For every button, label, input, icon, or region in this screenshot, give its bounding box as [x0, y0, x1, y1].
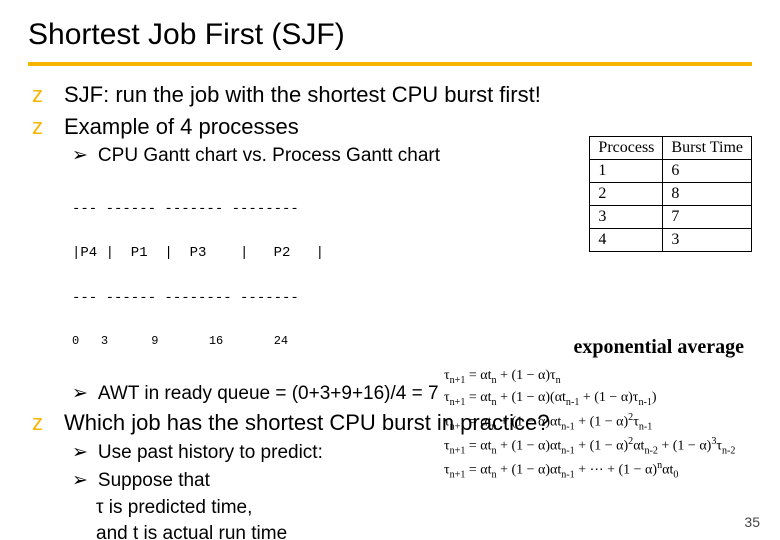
arrow-icon: ➢ [72, 440, 88, 466]
suppose-line1: τ is predicted time, [96, 495, 752, 521]
cell-burst: 6 [663, 160, 752, 183]
bullet-icon: z [32, 112, 52, 142]
tick-1: 3 [101, 334, 108, 348]
page-number: 35 [744, 514, 760, 530]
cell-process: 1 [590, 160, 663, 183]
bullet-icon: z [32, 80, 52, 110]
bullet-text: SJF: run the job with the shortest CPU b… [64, 80, 541, 110]
table-row: 4 3 [590, 229, 752, 252]
arrow-icon: ➢ [72, 381, 88, 407]
col-burst-time: Burst Time [663, 137, 752, 160]
arrow-icon: ➢ [72, 468, 88, 494]
tick-0: 0 [72, 334, 79, 348]
slide: Shortest Job First (SJF) z SJF: run the … [0, 0, 780, 540]
tau-expansion: τn+1 = αtn + (1 − α)τn τn+1 = αtn + (1 −… [444, 366, 752, 483]
exponential-average-label: exponential average [573, 336, 744, 359]
cell-process: 2 [590, 183, 663, 206]
arrow-icon: ➢ [72, 143, 88, 169]
tau-line: τn+1 = αtn + (1 − α)αtn-1 + (1 − α)2τn-1 [444, 411, 752, 435]
col-process: Prcocess [590, 137, 663, 160]
gantt-border-bot: --- ------ -------- ------- [72, 291, 752, 306]
subbullet-text: Use past history to predict: [98, 440, 323, 466]
table-row: 1 6 [590, 160, 752, 183]
cell-process: 3 [590, 206, 663, 229]
subbullet-text: Suppose that [98, 468, 210, 494]
table-row: 3 7 [590, 206, 752, 229]
tick-3: 16 [209, 334, 223, 348]
subbullet-text: AWT in ready queue = (0+3+9+16)/4 = 7 [98, 381, 439, 407]
bullet-icon: z [32, 408, 52, 438]
bullet-sjf-def: z SJF: run the job with the shortest CPU… [32, 80, 752, 110]
subbullet-text: CPU Gantt chart vs. Process Gantt chart [98, 143, 440, 169]
table-header-row: Prcocess Burst Time [590, 137, 752, 160]
cell-process: 4 [590, 229, 663, 252]
slide-title: Shortest Job First (SJF) [28, 18, 752, 52]
title-underline [28, 62, 752, 66]
tick-2: 9 [151, 334, 158, 348]
cell-burst: 3 [663, 229, 752, 252]
cell-burst: 7 [663, 206, 752, 229]
suppose-line2: and t is actual run time [96, 521, 752, 540]
tick-4: 24 [274, 334, 288, 348]
tau-line: τn+1 = αtn + (1 − α)(αtn-1 + (1 − α)τn-1… [444, 388, 752, 410]
tau-line: τn+1 = αtn + (1 − α)αtn-1 + (1 − α)2αtn-… [444, 435, 752, 459]
table-row: 2 8 [590, 183, 752, 206]
burst-time-table: Prcocess Burst Time 1 6 2 8 3 7 4 3 [589, 136, 752, 252]
tau-line: τn+1 = αtn + (1 − α)τn [444, 366, 752, 388]
tau-line: τn+1 = αtn + (1 − α)αtn-1 + ⋯ + (1 − α)n… [444, 459, 752, 483]
cell-burst: 8 [663, 183, 752, 206]
bullet-text: Example of 4 processes [64, 112, 299, 142]
